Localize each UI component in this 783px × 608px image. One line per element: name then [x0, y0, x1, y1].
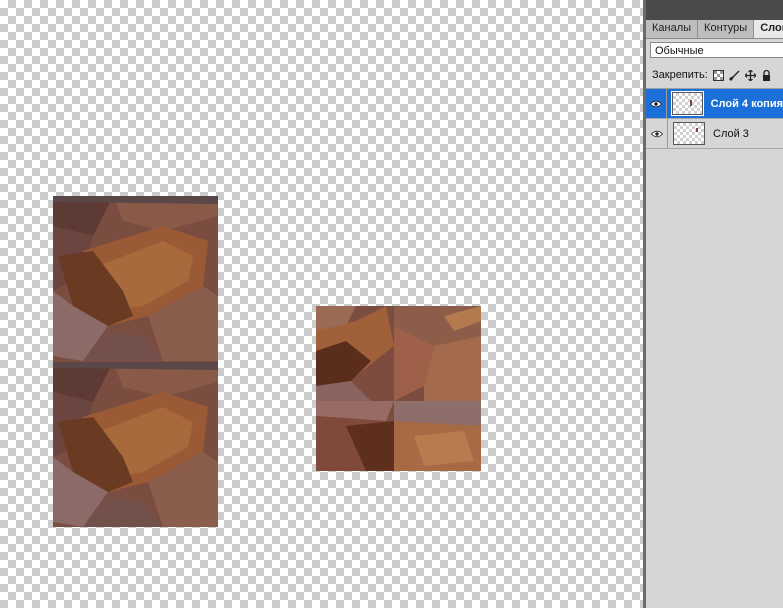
layer-thumbnail — [671, 91, 704, 116]
layer-visibility-toggle[interactable] — [646, 119, 668, 148]
lock-label: Закрепить: — [652, 69, 708, 81]
lock-image-pixels-icon[interactable] — [728, 70, 740, 81]
tab-channels[interactable]: Каналы — [646, 20, 699, 38]
lock-row: Закрепить: — [652, 67, 772, 83]
lock-all-icon[interactable] — [761, 69, 772, 81]
stone-texture-square — [316, 306, 481, 471]
layer-thumbnail — [673, 122, 705, 145]
layer-visibility-toggle[interactable] — [646, 89, 668, 118]
layers-list: Слой 4 копия Слой 3 — [646, 88, 783, 149]
blend-mode-select[interactable]: Обычные — [650, 42, 783, 58]
layers-panel: Каналы Контуры Слои Обычные Закрепить: С… — [646, 0, 783, 608]
eye-icon — [650, 130, 663, 137]
lock-transparent-pixels-icon[interactable] — [712, 69, 724, 81]
stone-texture-tall — [53, 196, 218, 527]
layer-name[interactable]: Слой 4 копия — [711, 98, 783, 110]
layer-row[interactable]: Слой 3 — [646, 119, 783, 149]
layer-name[interactable]: Слой 3 — [713, 128, 749, 140]
layer-row[interactable]: Слой 4 копия — [646, 89, 783, 119]
panel-header-bar — [646, 0, 783, 20]
tab-layers[interactable]: Слои — [754, 20, 783, 38]
layer-image-tall[interactable] — [53, 196, 218, 527]
lock-position-icon[interactable] — [744, 69, 757, 81]
eye-icon — [650, 100, 662, 107]
layer-image-square[interactable] — [316, 306, 481, 471]
panel-tabs: Каналы Контуры Слои — [646, 20, 783, 39]
tab-paths[interactable]: Контуры — [698, 20, 755, 38]
document-canvas[interactable] — [0, 0, 643, 608]
